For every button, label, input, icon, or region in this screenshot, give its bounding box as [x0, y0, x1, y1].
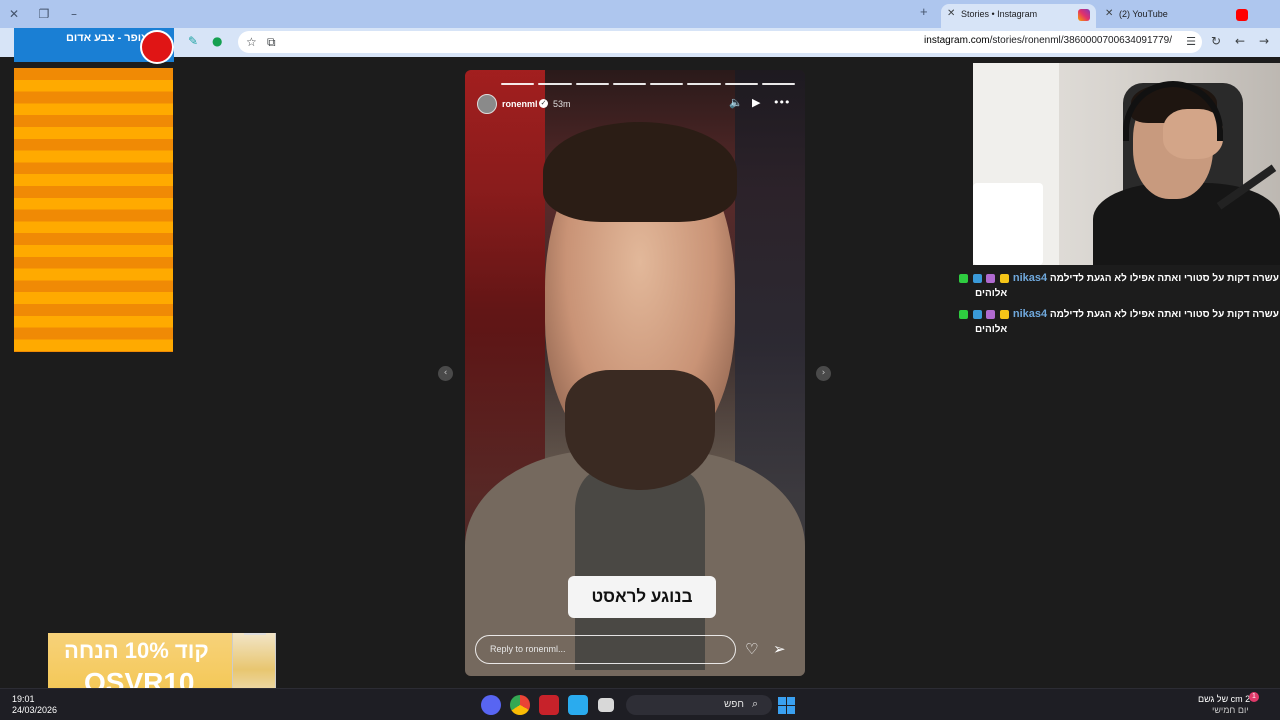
minimize-window-icon[interactable]: –: [66, 6, 82, 22]
badge-icon: [986, 273, 996, 283]
taskbar: 19:01 24/03/2026 חפש ⌕ 2 cm של גשם יום ח…: [0, 688, 1280, 720]
badge-icon: [1000, 273, 1010, 283]
story-caption: בנוגע לראסט: [568, 576, 716, 618]
youtube-icon: [1236, 9, 1248, 21]
tab-youtube[interactable]: ✕ (2) YouTube: [1099, 4, 1254, 28]
task-view-icon[interactable]: [598, 698, 614, 712]
taskbar-time[interactable]: 19:01: [12, 694, 35, 704]
promo-discount-text: קוד 10% הנחה: [64, 638, 209, 663]
alert-stripes-panel: [14, 68, 173, 352]
chat-username[interactable]: nikas4: [1013, 272, 1047, 284]
chat-line: : עשרה דקות על סטורי ואתה אפילו לא הגעת …: [958, 306, 1280, 323]
tab-title: Stories • Instagram: [961, 9, 1038, 19]
extension-icon[interactable]: ✎: [188, 34, 198, 48]
chat-text-continued: אלוהים: [975, 324, 1008, 335]
taskbar-search[interactable]: חפש ⌕: [626, 695, 772, 715]
url-text: instagram.com/stories/ronenml/3860000700…: [924, 35, 1172, 46]
avatar[interactable]: [477, 94, 497, 114]
chat-text: : עשרה דקות על סטורי ואתה אפילו לא הגעת …: [1049, 309, 1280, 320]
telegram-icon[interactable]: [568, 695, 588, 715]
chat-text: : עשרה דקות על סטורי ואתה אפילו לא הגעת …: [1049, 273, 1280, 284]
badge-icon: [1000, 309, 1010, 319]
discord-icon[interactable]: [481, 695, 501, 715]
instagram-icon: [1078, 9, 1090, 21]
send-icon[interactable]: ➢: [773, 640, 786, 658]
url-path: /stories/ronenml/3860000700634091779/: [989, 35, 1172, 46]
red-alert-logo: [140, 30, 174, 64]
forward-icon[interactable]: ←: [1235, 34, 1245, 48]
windows-start-icon[interactable]: [778, 697, 795, 714]
story-timestamp: 53m: [553, 99, 571, 109]
chat-username[interactable]: nikas4: [1013, 308, 1047, 320]
address-bar[interactable]: ☆ ⧉ instagram.com/stories/ronenml/386000…: [238, 31, 1202, 53]
mute-icon[interactable]: 🔈: [729, 96, 743, 109]
reload-icon[interactable]: ↻: [1211, 34, 1221, 48]
chat-message: : עשרה דקות על סטורי ואתה אפילו לא הגעת …: [958, 306, 1280, 340]
badge-icon: [986, 309, 996, 319]
previous-story-button[interactable]: ‹: [438, 366, 453, 381]
webcam-bed: [973, 183, 1043, 265]
red-alert-label: צופר - צבע אדום: [66, 32, 148, 44]
url-domain: instagram.com: [924, 35, 990, 46]
bookmark-star-icon[interactable]: ☆: [246, 35, 257, 49]
chat-line: : עשרה דקות על סטורי ואתה אפילו לא הגעת …: [958, 270, 1280, 287]
badge-icon: [958, 273, 968, 283]
tab-bar: ✕ ❐ – + ✕ Stories • Instagram ✕ (2) YouT…: [0, 0, 1280, 28]
close-tab-icon[interactable]: ✕: [947, 4, 955, 24]
badge-icon: [958, 309, 968, 319]
new-tab-icon[interactable]: +: [920, 4, 928, 19]
weather-text[interactable]: 2 cm של גשם: [1198, 694, 1250, 704]
notification-badge[interactable]: 1: [1249, 692, 1259, 702]
close-window-icon[interactable]: ✕: [6, 6, 22, 22]
site-settings-icon[interactable]: ☰: [1186, 35, 1196, 48]
story-person-hair: [543, 122, 737, 222]
badge-icon: [972, 273, 982, 283]
perfume-cap-image: [244, 633, 266, 635]
grammarly-icon[interactable]: ●: [212, 34, 222, 48]
story-person-beard: [565, 370, 715, 490]
restore-window-icon[interactable]: ❐: [36, 6, 52, 22]
tab-title: (2) YouTube: [1119, 9, 1168, 19]
chrome-icon[interactable]: [510, 695, 530, 715]
heart-icon[interactable]: ♡: [745, 640, 758, 658]
chat-message: : עשרה דקות על סטורי ואתה אפילו לא הגעת …: [958, 270, 1280, 304]
story-username[interactable]: ronenml: [502, 99, 538, 109]
reply-input[interactable]: Reply to ronenml...: [475, 635, 736, 664]
red-alert-overlay: צופר - צבע אדום: [14, 28, 174, 64]
taskbar-date[interactable]: 24/03/2026: [12, 705, 57, 715]
close-tab-icon[interactable]: ✕: [1105, 4, 1113, 24]
back-icon[interactable]: →: [1259, 34, 1269, 48]
next-story-button[interactable]: ›: [816, 366, 831, 381]
app-icon[interactable]: [539, 695, 559, 715]
chat-text-continued: אלוהים: [975, 288, 1008, 299]
play-icon[interactable]: ▶: [752, 96, 760, 109]
cast-icon[interactable]: ⧉: [267, 35, 276, 50]
weather-day[interactable]: יום חמישי: [1212, 705, 1249, 715]
reply-placeholder: Reply to ronenml...: [490, 644, 566, 654]
story-viewer[interactable]: ronenml ✓ 53m 🔈 ▶ ••• בנוגע לראסט Reply …: [465, 70, 805, 676]
browser-toolbar: ✎ ● ☆ ⧉ instagram.com/stories/ronenml/38…: [0, 28, 1280, 57]
tab-instagram[interactable]: ✕ Stories • Instagram: [941, 4, 1096, 28]
search-icon: ⌕: [752, 697, 759, 710]
more-options-icon[interactable]: •••: [773, 96, 790, 109]
search-label: חפש: [724, 699, 744, 710]
story-progress-bar: [501, 83, 795, 85]
verified-badge-icon: ✓: [539, 99, 548, 108]
webcam-feed: [973, 63, 1280, 265]
badge-icon: [972, 309, 982, 319]
